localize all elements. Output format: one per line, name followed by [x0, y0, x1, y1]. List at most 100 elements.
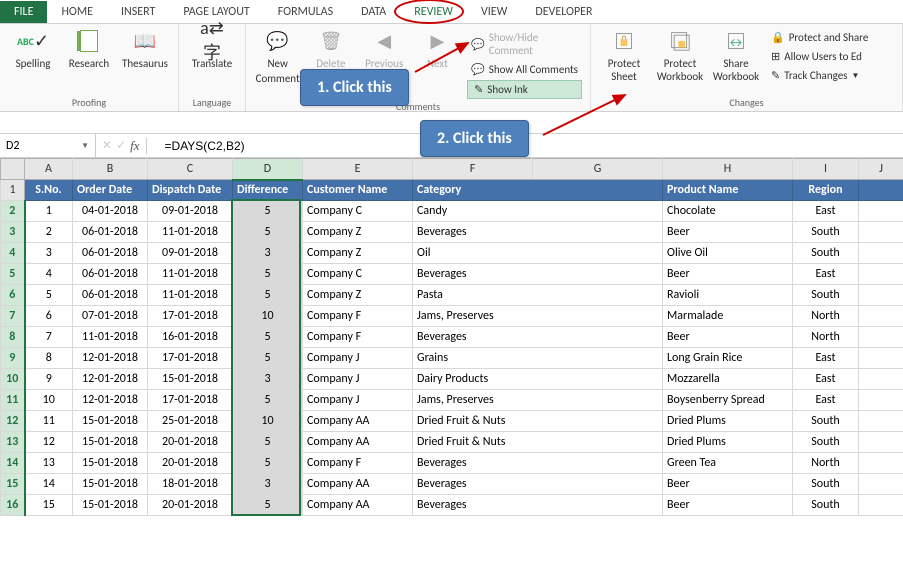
cell[interactable]: 09-01-2018 [148, 243, 233, 264]
show-hide-comment[interactable]: 💬 Show/Hide Comment [467, 29, 582, 59]
cell[interactable]: 15-01-2018 [148, 369, 233, 390]
rowhdr-10[interactable]: 10 [1, 369, 25, 390]
cell[interactable]: Boysenberry Spread [663, 390, 793, 411]
cell[interactable]: Company Z [303, 285, 413, 306]
cell[interactable]: 5 [233, 327, 303, 348]
rowhdr-13[interactable]: 13 [1, 432, 25, 453]
share-workbook-button[interactable]: Share Workbook [711, 27, 761, 83]
cell[interactable]: East [793, 390, 859, 411]
cell[interactable]: Company C [303, 264, 413, 285]
cell[interactable]: South [793, 474, 859, 495]
tab-file[interactable]: FILE [0, 1, 47, 23]
cell[interactable]: 5 [233, 201, 303, 222]
rowhdr-6[interactable]: 6 [1, 285, 25, 306]
cell[interactable]: Company J [303, 348, 413, 369]
header-cell[interactable]: S.No. [25, 180, 73, 201]
cell[interactable]: Green Tea [663, 453, 793, 474]
cell[interactable]: North [793, 453, 859, 474]
cell[interactable]: Beer [663, 474, 793, 495]
cell[interactable]: 15-01-2018 [73, 495, 148, 516]
cell[interactable]: Company AA [303, 432, 413, 453]
tab-data[interactable]: DATA [347, 2, 400, 22]
cell[interactable]: 3 [233, 474, 303, 495]
rowhdr-5[interactable]: 5 [1, 264, 25, 285]
thesaurus-button[interactable]: 📖 Thesaurus [120, 27, 170, 70]
cell[interactable]: 3 [25, 243, 73, 264]
cell[interactable]: 09-01-2018 [148, 201, 233, 222]
spelling-button[interactable]: ABC✓ Spelling [8, 27, 58, 70]
new-comment-button[interactable]: 💬 New Comment [254, 27, 301, 85]
delete-comment-button[interactable]: 🗑 Delete [307, 27, 354, 70]
colhdr-A[interactable]: A [25, 159, 73, 180]
cell[interactable]: 5 [233, 285, 303, 306]
colhdr-C[interactable]: C [148, 159, 233, 180]
cell[interactable]: Dried Plums [663, 411, 793, 432]
cell[interactable]: 7 [25, 327, 73, 348]
cell[interactable]: 5 [25, 285, 73, 306]
cell[interactable]: Ravioli [663, 285, 793, 306]
select-all-corner[interactable] [1, 159, 25, 180]
rowhdr-14[interactable]: 14 [1, 453, 25, 474]
cell[interactable]: South [793, 285, 859, 306]
colhdr-E[interactable]: E [303, 159, 413, 180]
fx-icon[interactable]: fx [130, 138, 146, 154]
header-cell[interactable]: Difference [233, 180, 303, 201]
cell[interactable]: Company F [303, 453, 413, 474]
cell[interactable]: Beer [663, 495, 793, 516]
name-box-dropdown-icon[interactable]: ▼ [81, 141, 89, 151]
cell[interactable]: South [793, 495, 859, 516]
cell[interactable]: Beverages [413, 495, 663, 516]
cell[interactable]: 25-01-2018 [148, 411, 233, 432]
cell[interactable] [859, 348, 903, 369]
cell[interactable]: Jams, Preserves [413, 390, 663, 411]
cell[interactable]: 17-01-2018 [148, 390, 233, 411]
cell[interactable] [859, 390, 903, 411]
cell[interactable]: 15-01-2018 [73, 453, 148, 474]
cell[interactable] [859, 432, 903, 453]
cell[interactable]: 10 [233, 411, 303, 432]
rowhdr-2[interactable]: 2 [1, 201, 25, 222]
header-cell[interactable]: Order Date [73, 180, 148, 201]
cell[interactable]: 15-01-2018 [73, 432, 148, 453]
cell[interactable]: 5 [233, 432, 303, 453]
rowhdr-11[interactable]: 11 [1, 390, 25, 411]
cell[interactable] [859, 327, 903, 348]
track-changes[interactable]: ✎ Track Changes ▼ [767, 67, 872, 84]
rowhdr-8[interactable]: 8 [1, 327, 25, 348]
cell[interactable]: Company AA [303, 474, 413, 495]
rowhdr-7[interactable]: 7 [1, 306, 25, 327]
cell[interactable]: 5 [233, 222, 303, 243]
cell[interactable]: Marmalade [663, 306, 793, 327]
cell[interactable]: Company F [303, 306, 413, 327]
cell[interactable]: 4 [25, 264, 73, 285]
tab-developer[interactable]: DEVELOPER [521, 2, 606, 22]
tab-review[interactable]: REVIEW [400, 2, 467, 22]
cell[interactable]: Company F [303, 327, 413, 348]
show-ink[interactable]: ✎ Show Ink [467, 80, 582, 99]
cell[interactable]: Company AA [303, 411, 413, 432]
cell[interactable]: South [793, 411, 859, 432]
enter-formula-icon[interactable]: ✓ [116, 138, 126, 153]
cell[interactable]: Beverages [413, 327, 663, 348]
colhdr-D[interactable]: D [233, 159, 303, 180]
previous-comment-button[interactable]: ◀ Previous [361, 27, 408, 70]
cell[interactable]: Company Z [303, 243, 413, 264]
cell[interactable]: 3 [233, 369, 303, 390]
rowhdr-12[interactable]: 12 [1, 411, 25, 432]
tab-home[interactable]: HOME [47, 2, 107, 22]
rowhdr-15[interactable]: 15 [1, 474, 25, 495]
formula-input[interactable] [159, 137, 903, 155]
cell[interactable]: East [793, 348, 859, 369]
cell[interactable]: 04-01-2018 [73, 201, 148, 222]
cell[interactable]: 16-01-2018 [148, 327, 233, 348]
cell[interactable] [859, 243, 903, 264]
cell[interactable]: 06-01-2018 [73, 285, 148, 306]
rowhdr-4[interactable]: 4 [1, 243, 25, 264]
colhdr-F[interactable]: F [413, 159, 533, 180]
cell[interactable]: Dairy Products [413, 369, 663, 390]
colhdr-J[interactable]: J [859, 159, 903, 180]
cell[interactable]: Company AA [303, 495, 413, 516]
cell[interactable]: 06-01-2018 [73, 222, 148, 243]
cell[interactable]: East [793, 201, 859, 222]
cell[interactable]: 12-01-2018 [73, 390, 148, 411]
